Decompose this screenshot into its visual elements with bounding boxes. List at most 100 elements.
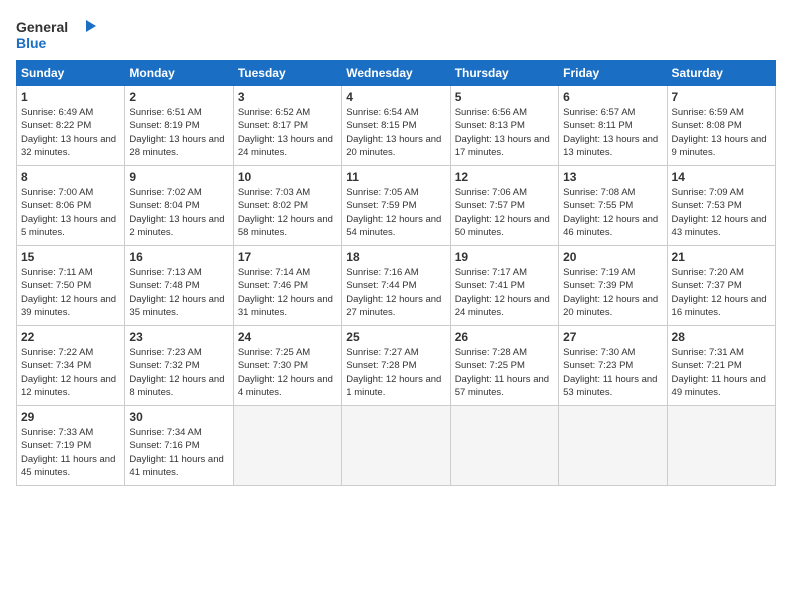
weekday-header-saturday: Saturday xyxy=(667,61,775,86)
calendar-cell: 25 Sunrise: 7:27 AMSunset: 7:28 PMDaylig… xyxy=(342,326,450,406)
day-number: 9 xyxy=(129,170,228,184)
weekday-header-row: SundayMondayTuesdayWednesdayThursdayFrid… xyxy=(17,61,776,86)
day-detail: Sunrise: 7:27 AMSunset: 7:28 PMDaylight:… xyxy=(346,347,441,398)
calendar-week-row: 15 Sunrise: 7:11 AMSunset: 7:50 PMDaylig… xyxy=(17,246,776,326)
calendar-cell: 17 Sunrise: 7:14 AMSunset: 7:46 PMDaylig… xyxy=(233,246,341,326)
calendar-cell: 10 Sunrise: 7:03 AMSunset: 8:02 PMDaylig… xyxy=(233,166,341,246)
weekday-header-sunday: Sunday xyxy=(17,61,125,86)
calendar-cell: 5 Sunrise: 6:56 AMSunset: 8:13 PMDayligh… xyxy=(450,86,558,166)
day-number: 5 xyxy=(455,90,554,104)
calendar-cell: 19 Sunrise: 7:17 AMSunset: 7:41 PMDaylig… xyxy=(450,246,558,326)
day-detail: Sunrise: 6:51 AMSunset: 8:19 PMDaylight:… xyxy=(129,107,224,158)
calendar-cell: 1 Sunrise: 6:49 AMSunset: 8:22 PMDayligh… xyxy=(17,86,125,166)
day-detail: Sunrise: 7:00 AMSunset: 8:06 PMDaylight:… xyxy=(21,187,116,238)
weekday-header-friday: Friday xyxy=(559,61,667,86)
calendar-cell xyxy=(450,406,558,486)
day-number: 22 xyxy=(21,330,120,344)
day-number: 28 xyxy=(672,330,771,344)
day-number: 12 xyxy=(455,170,554,184)
day-number: 7 xyxy=(672,90,771,104)
calendar-cell: 21 Sunrise: 7:20 AMSunset: 7:37 PMDaylig… xyxy=(667,246,775,326)
day-number: 19 xyxy=(455,250,554,264)
header: General Blue xyxy=(16,16,776,52)
day-number: 20 xyxy=(563,250,662,264)
day-number: 24 xyxy=(238,330,337,344)
calendar-cell xyxy=(233,406,341,486)
day-number: 10 xyxy=(238,170,337,184)
day-detail: Sunrise: 7:14 AMSunset: 7:46 PMDaylight:… xyxy=(238,267,333,318)
weekday-header-thursday: Thursday xyxy=(450,61,558,86)
day-number: 3 xyxy=(238,90,337,104)
calendar-cell: 3 Sunrise: 6:52 AMSunset: 8:17 PMDayligh… xyxy=(233,86,341,166)
svg-text:General: General xyxy=(16,19,68,35)
day-detail: Sunrise: 7:33 AMSunset: 7:19 PMDaylight:… xyxy=(21,427,115,478)
day-number: 29 xyxy=(21,410,120,424)
day-number: 15 xyxy=(21,250,120,264)
calendar-cell xyxy=(559,406,667,486)
calendar-cell: 2 Sunrise: 6:51 AMSunset: 8:19 PMDayligh… xyxy=(125,86,233,166)
calendar-table: SundayMondayTuesdayWednesdayThursdayFrid… xyxy=(16,60,776,486)
calendar-cell: 6 Sunrise: 6:57 AMSunset: 8:11 PMDayligh… xyxy=(559,86,667,166)
weekday-header-wednesday: Wednesday xyxy=(342,61,450,86)
calendar-cell: 14 Sunrise: 7:09 AMSunset: 7:53 PMDaylig… xyxy=(667,166,775,246)
calendar-cell: 12 Sunrise: 7:06 AMSunset: 7:57 PMDaylig… xyxy=(450,166,558,246)
day-number: 21 xyxy=(672,250,771,264)
day-number: 4 xyxy=(346,90,445,104)
calendar-cell: 9 Sunrise: 7:02 AMSunset: 8:04 PMDayligh… xyxy=(125,166,233,246)
day-detail: Sunrise: 7:05 AMSunset: 7:59 PMDaylight:… xyxy=(346,187,441,238)
calendar-cell: 23 Sunrise: 7:23 AMSunset: 7:32 PMDaylig… xyxy=(125,326,233,406)
day-detail: Sunrise: 7:02 AMSunset: 8:04 PMDaylight:… xyxy=(129,187,224,238)
day-detail: Sunrise: 7:31 AMSunset: 7:21 PMDaylight:… xyxy=(672,347,766,398)
calendar-cell: 29 Sunrise: 7:33 AMSunset: 7:19 PMDaylig… xyxy=(17,406,125,486)
calendar-cell: 24 Sunrise: 7:25 AMSunset: 7:30 PMDaylig… xyxy=(233,326,341,406)
day-detail: Sunrise: 7:28 AMSunset: 7:25 PMDaylight:… xyxy=(455,347,549,398)
day-detail: Sunrise: 7:22 AMSunset: 7:34 PMDaylight:… xyxy=(21,347,116,398)
day-number: 17 xyxy=(238,250,337,264)
calendar-week-row: 1 Sunrise: 6:49 AMSunset: 8:22 PMDayligh… xyxy=(17,86,776,166)
day-number: 26 xyxy=(455,330,554,344)
day-detail: Sunrise: 7:20 AMSunset: 7:37 PMDaylight:… xyxy=(672,267,767,318)
calendar-cell: 16 Sunrise: 7:13 AMSunset: 7:48 PMDaylig… xyxy=(125,246,233,326)
calendar-cell: 4 Sunrise: 6:54 AMSunset: 8:15 PMDayligh… xyxy=(342,86,450,166)
calendar-cell: 20 Sunrise: 7:19 AMSunset: 7:39 PMDaylig… xyxy=(559,246,667,326)
day-detail: Sunrise: 7:09 AMSunset: 7:53 PMDaylight:… xyxy=(672,187,767,238)
day-detail: Sunrise: 6:57 AMSunset: 8:11 PMDaylight:… xyxy=(563,107,658,158)
calendar-cell: 28 Sunrise: 7:31 AMSunset: 7:21 PMDaylig… xyxy=(667,326,775,406)
day-number: 11 xyxy=(346,170,445,184)
day-detail: Sunrise: 7:08 AMSunset: 7:55 PMDaylight:… xyxy=(563,187,658,238)
calendar-week-row: 22 Sunrise: 7:22 AMSunset: 7:34 PMDaylig… xyxy=(17,326,776,406)
calendar-cell: 30 Sunrise: 7:34 AMSunset: 7:16 PMDaylig… xyxy=(125,406,233,486)
day-detail: Sunrise: 6:59 AMSunset: 8:08 PMDaylight:… xyxy=(672,107,767,158)
calendar-cell: 27 Sunrise: 7:30 AMSunset: 7:23 PMDaylig… xyxy=(559,326,667,406)
day-detail: Sunrise: 7:16 AMSunset: 7:44 PMDaylight:… xyxy=(346,267,441,318)
calendar-cell: 22 Sunrise: 7:22 AMSunset: 7:34 PMDaylig… xyxy=(17,326,125,406)
calendar-cell: 7 Sunrise: 6:59 AMSunset: 8:08 PMDayligh… xyxy=(667,86,775,166)
day-detail: Sunrise: 7:06 AMSunset: 7:57 PMDaylight:… xyxy=(455,187,550,238)
weekday-header-monday: Monday xyxy=(125,61,233,86)
day-number: 1 xyxy=(21,90,120,104)
calendar-cell: 15 Sunrise: 7:11 AMSunset: 7:50 PMDaylig… xyxy=(17,246,125,326)
day-detail: Sunrise: 6:56 AMSunset: 8:13 PMDaylight:… xyxy=(455,107,550,158)
day-detail: Sunrise: 7:23 AMSunset: 7:32 PMDaylight:… xyxy=(129,347,224,398)
calendar-cell xyxy=(342,406,450,486)
day-detail: Sunrise: 7:11 AMSunset: 7:50 PMDaylight:… xyxy=(21,267,116,318)
calendar-week-row: 8 Sunrise: 7:00 AMSunset: 8:06 PMDayligh… xyxy=(17,166,776,246)
calendar-cell: 26 Sunrise: 7:28 AMSunset: 7:25 PMDaylig… xyxy=(450,326,558,406)
calendar-cell: 11 Sunrise: 7:05 AMSunset: 7:59 PMDaylig… xyxy=(342,166,450,246)
day-detail: Sunrise: 7:17 AMSunset: 7:41 PMDaylight:… xyxy=(455,267,550,318)
day-detail: Sunrise: 7:13 AMSunset: 7:48 PMDaylight:… xyxy=(129,267,224,318)
day-number: 30 xyxy=(129,410,228,424)
logo-icon: General Blue xyxy=(16,16,96,52)
day-detail: Sunrise: 6:54 AMSunset: 8:15 PMDaylight:… xyxy=(346,107,441,158)
day-detail: Sunrise: 7:34 AMSunset: 7:16 PMDaylight:… xyxy=(129,427,223,478)
day-number: 16 xyxy=(129,250,228,264)
day-number: 6 xyxy=(563,90,662,104)
day-number: 13 xyxy=(563,170,662,184)
day-number: 8 xyxy=(21,170,120,184)
day-detail: Sunrise: 7:19 AMSunset: 7:39 PMDaylight:… xyxy=(563,267,658,318)
day-detail: Sunrise: 6:49 AMSunset: 8:22 PMDaylight:… xyxy=(21,107,116,158)
logo: General Blue xyxy=(16,16,96,52)
svg-text:Blue: Blue xyxy=(16,35,47,51)
day-detail: Sunrise: 6:52 AMSunset: 8:17 PMDaylight:… xyxy=(238,107,333,158)
day-number: 14 xyxy=(672,170,771,184)
